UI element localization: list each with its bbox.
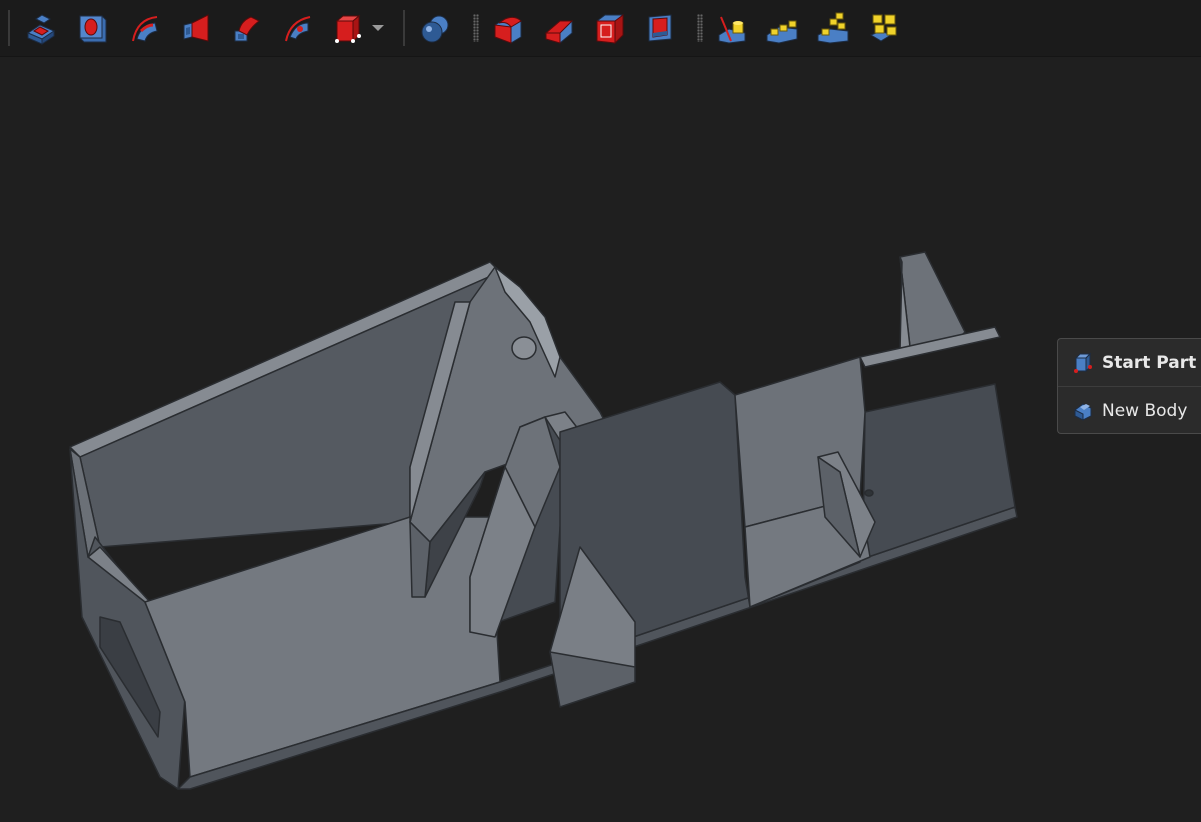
draft-button[interactable]: [590, 8, 630, 48]
thickness-icon: [648, 14, 672, 42]
linear-pattern-icon: [766, 20, 798, 44]
part-design-toolbar: [0, 0, 1201, 57]
groove-button[interactable]: [277, 8, 317, 48]
multitransform-button[interactable]: [864, 8, 904, 48]
toolbar-grip[interactable]: [473, 14, 479, 42]
revolution-button[interactable]: [124, 8, 164, 48]
boolean-button[interactable]: [416, 8, 456, 48]
toolbar-separator: [8, 10, 10, 46]
additive-pipe-button[interactable]: [226, 8, 266, 48]
boolean-icon: [421, 15, 449, 43]
toolbar-separator: [403, 10, 405, 46]
linear-pattern-button[interactable]: [762, 8, 802, 48]
polar-pattern-icon: [817, 12, 849, 44]
groove-icon: [285, 16, 311, 42]
fillet-icon: [494, 16, 522, 44]
chevron-down-icon: [372, 25, 384, 31]
start-part-label: Start Part: [1102, 352, 1197, 373]
new-body-menu-item[interactable]: New Body: [1058, 387, 1201, 434]
context-menu: Start Part New Body: [1057, 338, 1201, 434]
body-icon: [1074, 402, 1092, 421]
part-icon: [1074, 352, 1092, 373]
part-model[interactable]: [0, 57, 1201, 822]
additive-loft-icon: [183, 14, 209, 42]
mirrored-icon: [718, 16, 746, 44]
chamfer-icon: [544, 20, 574, 44]
start-part-menu-item[interactable]: Start Part: [1058, 339, 1201, 387]
thickness-button[interactable]: [640, 8, 680, 48]
draft-icon: [596, 14, 624, 45]
primitive-dropdown-button[interactable]: [362, 8, 394, 48]
pocket-button[interactable]: [72, 8, 112, 48]
pocket-icon: [79, 15, 107, 43]
toolbar-grip[interactable]: [697, 14, 703, 42]
pad-button[interactable]: [21, 8, 61, 48]
mirrored-button[interactable]: [712, 8, 752, 48]
revolution-icon: [132, 16, 158, 42]
fillet-button[interactable]: [488, 8, 528, 48]
additive-box-icon: [335, 14, 361, 43]
additive-pipe-icon: [234, 16, 260, 42]
pad-icon: [26, 14, 56, 45]
multitransform-icon: [869, 14, 897, 42]
new-body-label: New Body: [1102, 400, 1188, 421]
polar-pattern-button[interactable]: [813, 8, 853, 48]
additive-loft-button[interactable]: [175, 8, 215, 48]
3d-viewport[interactable]: [0, 57, 1201, 822]
chamfer-button[interactable]: [539, 8, 579, 48]
